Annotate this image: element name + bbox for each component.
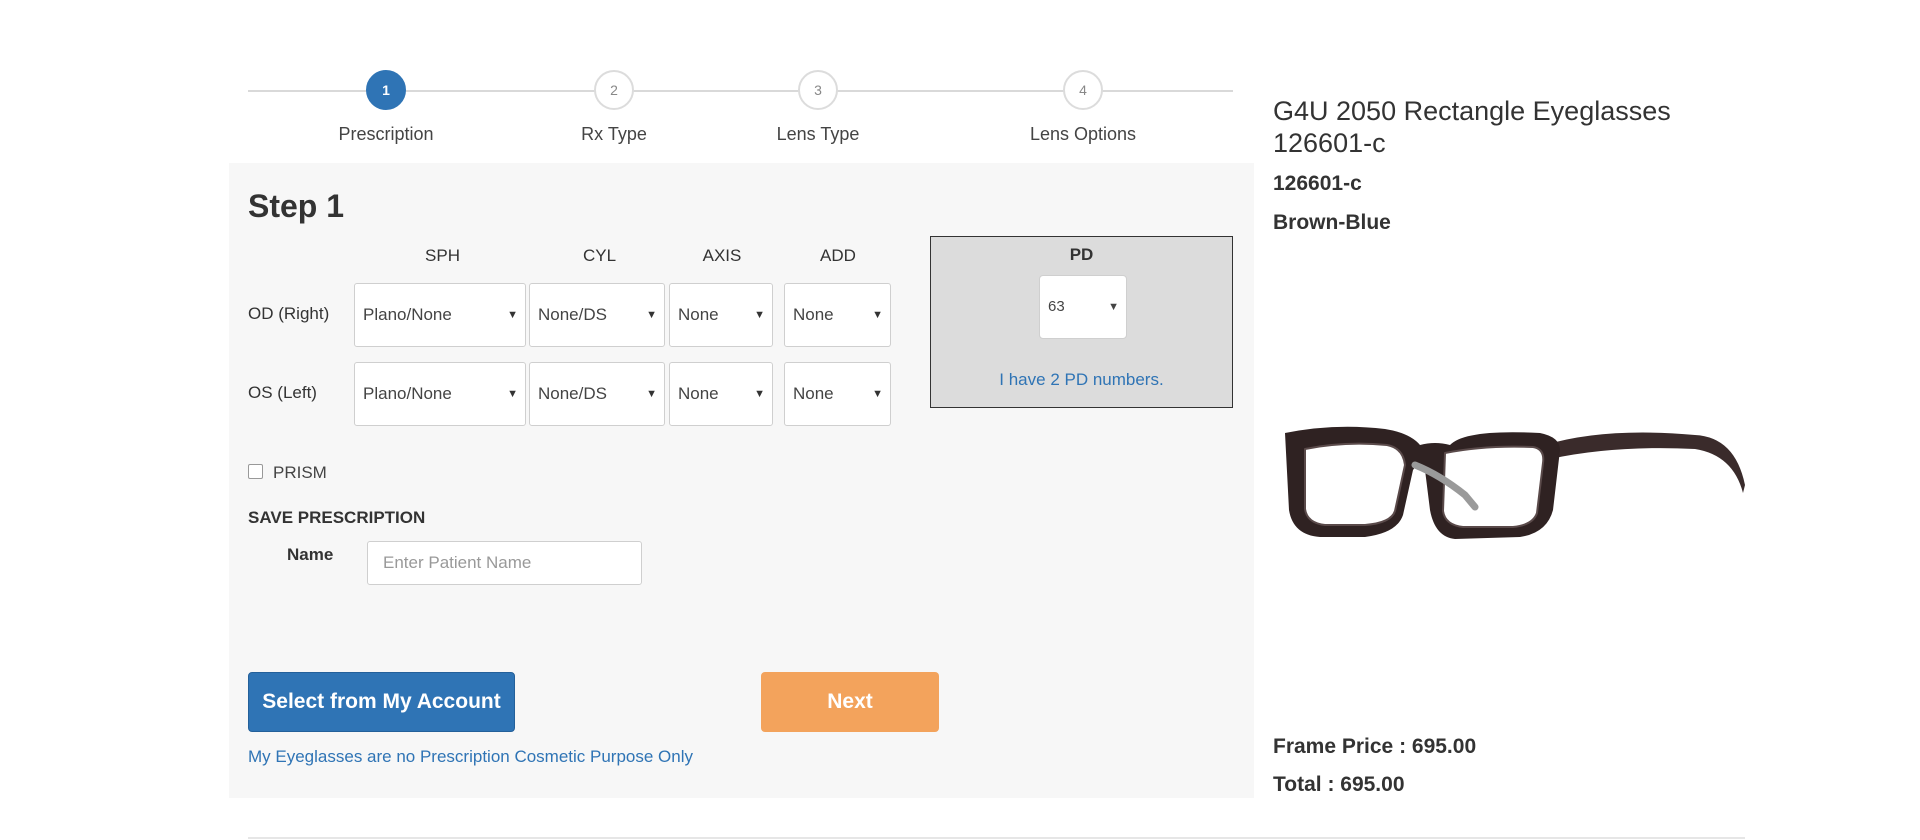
os-add-select[interactable]: None ▼ xyxy=(784,362,891,426)
two-pd-link[interactable]: I have 2 PD numbers. xyxy=(931,370,1232,390)
step-lens-type[interactable]: 3 Lens Type xyxy=(718,70,918,145)
step-rx-type[interactable]: 2 Rx Type xyxy=(514,70,714,145)
prism-label: PRISM xyxy=(273,463,327,482)
chevron-down-icon: ▼ xyxy=(507,309,518,321)
step-prescription[interactable]: 1 Prescription xyxy=(286,70,486,145)
save-prescription-heading: SAVE PRESCRIPTION xyxy=(248,508,426,527)
select-value: None xyxy=(678,384,719,403)
step-label: Prescription xyxy=(338,124,434,144)
step-number: 2 xyxy=(594,70,634,110)
select-value: Plano/None xyxy=(363,305,452,324)
step-label: Rx Type xyxy=(581,124,647,144)
row-label-od: OD (Right) xyxy=(248,304,330,323)
step-lens-options[interactable]: 4 Lens Options xyxy=(983,70,1183,145)
column-header-cyl: CYL xyxy=(582,246,617,265)
step-number: 1 xyxy=(366,70,406,110)
os-sph-select[interactable]: Plano/None ▼ xyxy=(354,362,526,426)
divider xyxy=(248,837,1745,839)
os-cyl-select[interactable]: None/DS ▼ xyxy=(529,362,665,426)
product-sku: 126601-c xyxy=(1273,172,1362,195)
chevron-down-icon: ▼ xyxy=(872,309,883,321)
pd-title: PD xyxy=(1069,245,1094,264)
od-add-select[interactable]: None ▼ xyxy=(784,283,891,347)
os-axis-select[interactable]: None ▼ xyxy=(669,362,773,426)
progress-stepper: 1 Prescription 2 Rx Type 3 Lens Type 4 L… xyxy=(248,70,1233,160)
chevron-down-icon: ▼ xyxy=(507,388,518,400)
chevron-down-icon: ▼ xyxy=(646,388,657,400)
patient-name-input[interactable]: Enter Patient Name xyxy=(367,541,642,585)
name-label: Name xyxy=(287,545,334,564)
chevron-down-icon: ▼ xyxy=(1108,301,1119,313)
product-title: G4U 2050 Rectangle Eyeglasses 126601-c xyxy=(1273,96,1671,158)
od-cyl-select[interactable]: None/DS ▼ xyxy=(529,283,665,347)
od-axis-select[interactable]: None ▼ xyxy=(669,283,773,347)
select-from-account-button[interactable]: Select from My Account xyxy=(248,672,515,732)
select-value: None xyxy=(793,384,834,403)
total-price: Total : 695.00 xyxy=(1273,773,1405,796)
prescription-panel: Step 1 SPH CYL AXIS ADD OD (Right) Plano… xyxy=(229,163,1254,798)
step-number: 3 xyxy=(798,70,838,110)
cosmetic-purpose-link[interactable]: My Eyeglasses are no Prescription Cosmet… xyxy=(248,747,693,767)
chevron-down-icon: ▼ xyxy=(872,388,883,400)
eyeglasses-image xyxy=(1285,426,1745,539)
row-label-os: OS (Left) xyxy=(248,383,317,402)
step-label: Lens Options xyxy=(1029,124,1137,144)
select-value: 63 xyxy=(1048,298,1065,315)
frame-price: Frame Price : 695.00 xyxy=(1273,735,1477,758)
next-button[interactable]: Next xyxy=(761,672,939,732)
select-value: Plano/None xyxy=(363,384,452,403)
pd-select[interactable]: 63 ▼ xyxy=(1039,275,1127,339)
pd-box: PD 63 ▼ I have 2 PD numbers. xyxy=(930,236,1233,408)
step-label: Lens Type xyxy=(776,124,860,144)
chevron-down-icon: ▼ xyxy=(754,309,765,321)
select-value: None/DS xyxy=(538,384,607,403)
chevron-down-icon: ▼ xyxy=(646,309,657,321)
select-value: None xyxy=(678,305,719,324)
product-color: Brown-Blue xyxy=(1273,211,1391,234)
select-value: None/DS xyxy=(538,305,607,324)
chevron-down-icon: ▼ xyxy=(754,388,765,400)
column-header-add: ADD xyxy=(820,246,856,265)
select-value: None xyxy=(793,305,834,324)
checkbox-icon[interactable] xyxy=(248,463,263,479)
step-title: Step 1 xyxy=(248,188,345,224)
column-header-axis: AXIS xyxy=(702,246,742,265)
step-number: 4 xyxy=(1063,70,1103,110)
column-header-sph: SPH xyxy=(425,246,460,265)
prism-option[interactable]: PRISM xyxy=(248,463,327,483)
od-sph-select[interactable]: Plano/None ▼ xyxy=(354,283,526,347)
